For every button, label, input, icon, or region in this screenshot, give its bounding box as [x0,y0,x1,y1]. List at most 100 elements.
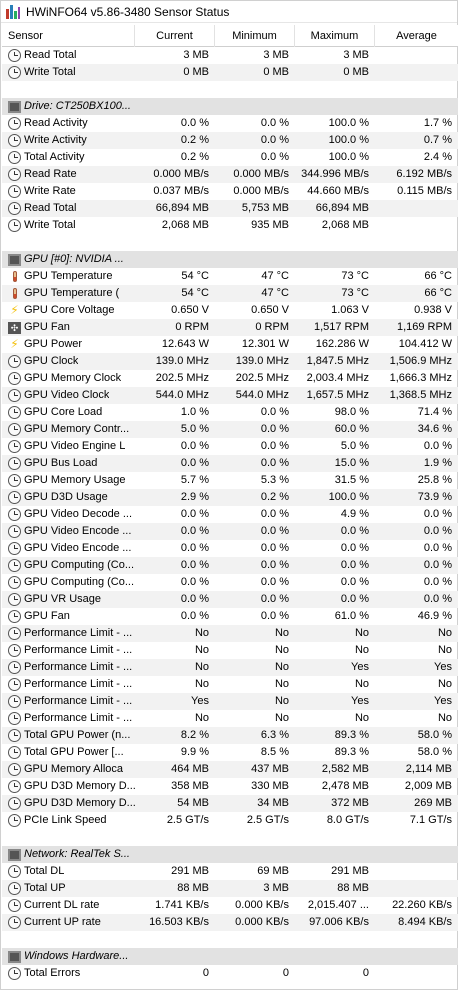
sensor-clock-icon [8,882,21,895]
value-minimum: 0 MB [263,66,289,78]
window-title: HWiNFO64 v5.86-3480 Sensor Status [26,4,230,19]
value-minimum: 0.000 KB/s [235,899,289,911]
sensor-row[interactable]: GPU Memory Contr... 5.0 % 0.0 % 60.0 % 34.6 … [2,421,458,438]
sensor-row[interactable]: GPU D3D Memory D... 54 MB 34 MB 372 MB 269 M… [2,795,458,812]
sensor-group-header[interactable]: GPU [#0]: NVIDIA ... [2,251,458,268]
sensor-row[interactable]: ⚡ GPU Core Voltage 0.650 V 0.650 V 1.063 V 0.… [2,302,458,319]
sensor-row[interactable]: GPU D3D Usage 2.9 % 0.2 % 100.0 % 73.9 % [2,489,458,506]
value-current: 1.741 KB/s [155,899,209,911]
sensor-row[interactable]: Total GPU Power [... 9.9 % 8.5 % 89.3 % 58.0… [2,744,458,761]
sensor-label: GPU Temperature ( [24,287,120,299]
sensor-row[interactable]: Total GPU Power (n... 8.2 % 6.3 % 89.3 % 58.… [2,727,458,744]
sensor-name-cell: Performance Limit - ... [2,676,135,693]
sensor-name-cell: GPU Memory Clock [2,370,135,387]
sensor-row[interactable]: Total UP 88 MB 3 MB 88 MB [2,880,458,897]
value-maximum: 2,015.407 ... [307,899,369,911]
sensor-clock-icon [8,491,21,504]
sensor-row[interactable]: Read Total 66,894 MB 5,753 MB 66,894 MB [2,200,458,217]
sensor-clock-icon [8,372,21,385]
sensor-row[interactable]: PCIe Link Speed 2.5 GT/s 2.5 GT/s 8.0 GT/s 7… [2,812,458,829]
value-average: 7.1 GT/s [409,814,452,826]
sensor-row[interactable]: GPU Computing (Co... 0.0 % 0.0 % 0.0 % 0.0 % [2,574,458,591]
sensor-row[interactable]: Write Total 0 MB 0 MB 0 MB [2,64,458,81]
sensor-row[interactable]: GPU Core Load 1.0 % 0.0 % 98.0 % 71.4 % [2,404,458,421]
sensor-name-cell: Read Total [2,200,135,217]
sensor-clock-icon [8,865,21,878]
title-bar[interactable]: HWiNFO64 v5.86-3480 Sensor Status [1,1,457,23]
value-average: Yes [434,695,452,707]
sensor-row[interactable]: GPU VR Usage 0.0 % 0.0 % 0.0 % 0.0 % [2,591,458,608]
sensor-row[interactable]: GPU Computing (Co... 0.0 % 0.0 % 0.0 % 0.0 % [2,557,458,574]
sensor-clock-icon [8,406,21,419]
sensor-row[interactable]: Write Rate 0.037 MB/s 0.000 MB/s 44.660 MB/… [2,183,458,200]
sensor-row[interactable]: GPU Video Engine L 0.0 % 0.0 % 5.0 % 0.0 % [2,438,458,455]
sensor-group-header[interactable]: Network: RealTek S... [2,846,458,863]
sensor-row[interactable]: Total Activity 0.2 % 0.0 % 100.0 % 2.4 % [2,149,458,166]
value-maximum: 1,847.5 MHz [306,355,369,367]
sensor-group-header[interactable]: Drive: CT250BX100... [2,98,458,115]
value-maximum: 1,657.5 MHz [306,389,369,401]
sensor-row[interactable]: GPU Memory Clock 202.5 MHz 202.5 MHz 2,003.… [2,370,458,387]
sensor-row[interactable]: Current DL rate 1.741 KB/s 0.000 KB/s 2,015… [2,897,458,914]
sensor-label: Total DL [24,865,65,877]
sensor-row[interactable]: Write Total 2,068 MB 935 MB 2,068 MB [2,217,458,234]
sensor-clock-icon [8,355,21,368]
sensor-row[interactable]: Read Rate 0.000 MB/s 0.000 MB/s 344.996 MB/… [2,166,458,183]
sensor-clock-icon [8,576,21,589]
sensor-row[interactable]: GPU Video Clock 544.0 MHz 544.0 MHz 1,657.5… [2,387,458,404]
sensor-row[interactable]: GPU Video Encode ... 0.0 % 0.0 % 0.0 % 0.0 % [2,523,458,540]
sensor-row[interactable]: GPU Memory Usage 5.7 % 5.3 % 31.5 % 25.8 % [2,472,458,489]
sensor-row[interactable]: Performance Limit - ... No No No No [2,625,458,642]
value-maximum: 0 [362,967,369,979]
value-minimum: 3 MB [263,49,289,61]
value-current: 0.0 % [180,525,209,537]
sensor-row[interactable]: Read Total 3 MB 3 MB 3 MB [2,47,458,64]
column-header-average[interactable]: Average [375,25,458,47]
value-average: 0.7 % [423,134,452,146]
column-header-maximum[interactable]: Maximum [295,24,375,47]
value-maximum: 97.006 KB/s [309,916,369,928]
sensor-row[interactable]: Current UP rate 16.503 KB/s 0.000 KB/s 97.0… [2,914,458,931]
sensor-clock-icon [8,508,21,521]
value-maximum: 100.0 % [328,491,369,503]
sensor-row[interactable]: Performance Limit - ... No No No No [2,710,458,727]
sensor-row[interactable]: ⚡ GPU Power 12.643 W 12.301 W 162.286 W 104.4… [2,336,458,353]
value-average: 0.0 % [423,508,452,520]
group-label: GPU [#0]: NVIDIA ... [24,253,124,265]
sensor-row[interactable]: Performance Limit - ... No No No No [2,642,458,659]
value-maximum: 0.0 % [340,542,369,554]
sensor-row[interactable]: GPU Video Encode ... 0.0 % 0.0 % 0.0 % 0.0 % [2,540,458,557]
sensor-clock-icon [8,644,21,657]
sensor-row[interactable]: GPU Fan 0.0 % 0.0 % 61.0 % 46.9 % [2,608,458,625]
sensor-name-cell: ⚡ GPU Power [2,336,135,353]
sensor-label: Performance Limit - ... [24,661,133,673]
sensor-row[interactable]: GPU Bus Load 0.0 % 0.0 % 15.0 % 1.9 % [2,455,458,472]
sensor-row[interactable]: Total DL 291 MB 69 MB 291 MB [2,863,458,880]
value-current: 0.0 % [180,457,209,469]
sensor-row[interactable]: GPU Clock 139.0 MHz 139.0 MHz 1,847.5 MHz 1,… [2,353,458,370]
sensor-name-cell: GPU Temperature ( [2,285,135,302]
sensor-row[interactable]: Performance Limit - ... No No No No [2,676,458,693]
sensor-clock-icon [8,440,21,453]
sensor-row[interactable]: GPU Video Decode ... 0.0 % 0.0 % 4.9 % 0.0 % [2,506,458,523]
value-minimum: 0.0 % [260,610,289,622]
value-maximum: 88 MB [337,882,369,894]
sensor-row[interactable]: Total Errors 0 0 0 [2,965,458,982]
column-header-sensor[interactable]: Sensor [2,24,135,47]
sensor-row[interactable]: Performance Limit - ... Yes No Yes Yes [2,693,458,710]
chip-icon [8,100,21,113]
sensor-group-header[interactable]: Windows Hardware... [2,948,458,965]
column-header-minimum[interactable]: Minimum [215,24,295,47]
sensor-name-cell: GPU Video Decode ... [2,506,135,523]
sensor-row[interactable]: GPU Memory Alloca 464 MB 437 MB 2,582 MB 2,1… [2,761,458,778]
sensor-row[interactable]: GPU D3D Memory D... 358 MB 330 MB 2,478 MB 2… [2,778,458,795]
column-header-current[interactable]: Current [135,24,215,47]
sensor-row[interactable]: GPU Temperature 54 °C 47 °C 73 °C 66 °C [2,268,458,285]
sensor-row[interactable]: Performance Limit - ... No No Yes Yes [2,659,458,676]
sensor-row[interactable]: ✣ GPU Fan 0 RPM 0 RPM 1,517 RPM 1,169 RPM [2,319,458,336]
sensor-row[interactable]: GPU Temperature (54 °C 47 °C 73 °C 66 °C [2,285,458,302]
value-minimum: No [274,695,289,707]
sensor-row[interactable]: Read Activity 0.0 % 0.0 % 100.0 % 1.7 % [2,115,458,132]
sensor-row[interactable]: Write Activity 0.2 % 0.0 % 100.0 % 0.7 % [2,132,458,149]
sensor-clock-icon [8,219,21,232]
